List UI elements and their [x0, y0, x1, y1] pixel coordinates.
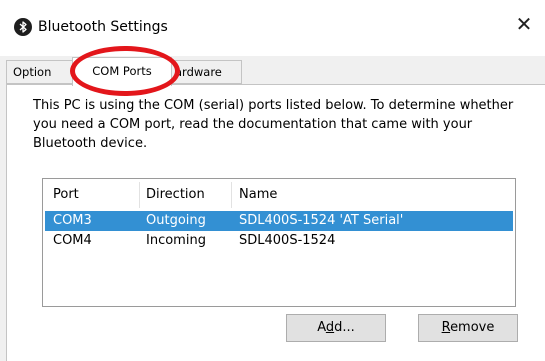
tab-hardware[interactable]: ardware: [170, 60, 242, 84]
column-header-direction[interactable]: Direction: [146, 179, 238, 211]
description-text: This PC is using the COM (serial) ports …: [33, 98, 514, 151]
cell-name: SDL400S-1524 'AT Serial': [239, 213, 404, 228]
com-ports-list[interactable]: Port Direction Name COM3 Outgoing SDL400…: [42, 178, 516, 307]
cell-direction: Incoming: [146, 233, 206, 248]
cell-port: COM3: [53, 213, 92, 228]
add-button[interactable]: Add...: [286, 314, 386, 342]
remove-button[interactable]: Remove: [418, 314, 518, 342]
column-header-port[interactable]: Port: [53, 179, 143, 211]
close-icon[interactable]: ✕: [503, 0, 545, 48]
column-divider[interactable]: [139, 182, 140, 208]
window-title: Bluetooth Settings: [38, 19, 168, 35]
title-bar: Bluetooth Settings ✕: [0, 0, 545, 56]
cell-port: COM4: [53, 233, 92, 248]
list-item[interactable]: COM3 Outgoing SDL400S-1524 'AT Serial': [45, 211, 513, 231]
column-divider[interactable]: [231, 182, 232, 208]
list-header: Port Direction Name: [43, 179, 515, 211]
cell-name: SDL400S-1524: [239, 233, 336, 248]
bluetooth-settings-window: Bluetooth Settings ✕ Option ardware COM …: [0, 0, 545, 361]
button-label: Remove: [441, 320, 495, 335]
bluetooth-icon: [14, 18, 32, 36]
cell-direction: Outgoing: [146, 213, 206, 228]
tab-options[interactable]: Option: [6, 60, 74, 84]
button-label: Add...: [317, 320, 355, 335]
column-header-name[interactable]: Name: [239, 179, 509, 211]
list-item[interactable]: COM4 Incoming SDL400S-1524: [43, 231, 515, 251]
tab-com-ports[interactable]: COM Ports: [72, 57, 172, 86]
